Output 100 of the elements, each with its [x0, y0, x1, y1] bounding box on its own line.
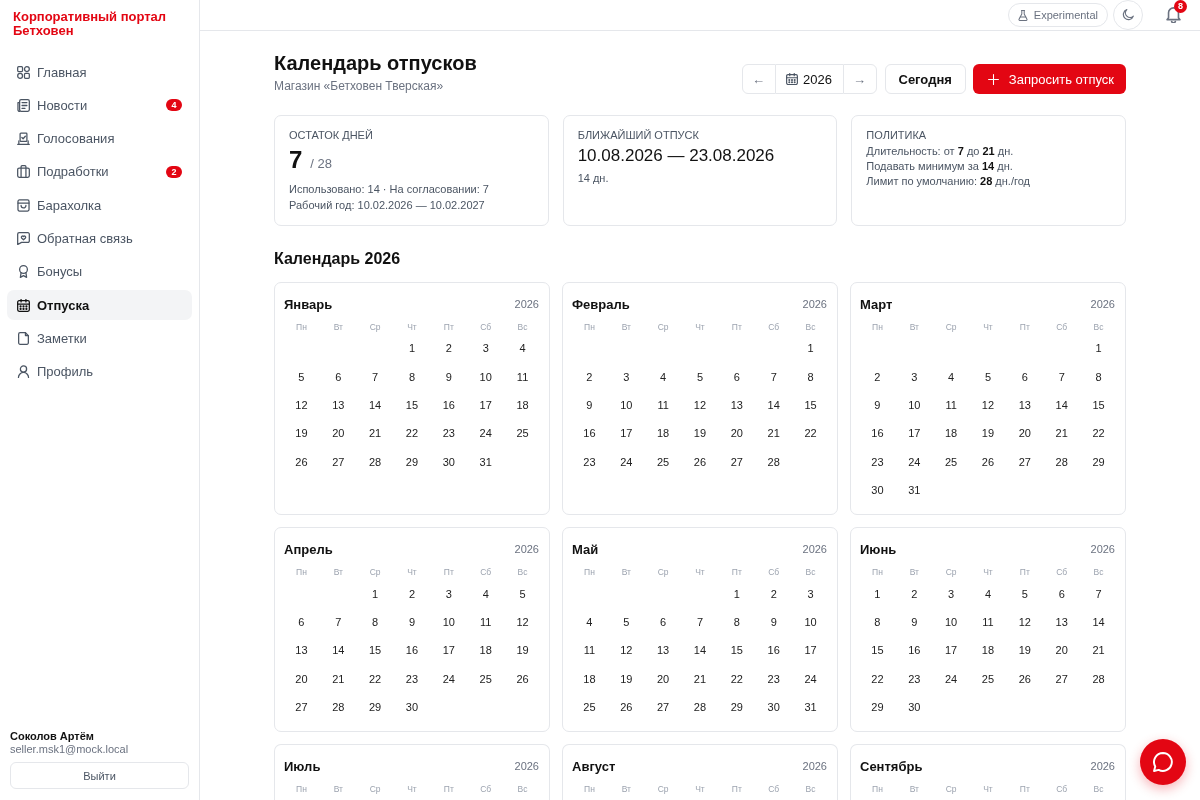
next-year-button[interactable]: →	[842, 64, 877, 94]
calendar-day: 26	[981, 454, 995, 469]
nav-item[interactable]: Бонусы	[7, 256, 192, 287]
calendar-day: 12	[981, 397, 995, 412]
calendar-day: 5	[1021, 586, 1028, 601]
weekday-label: Пн	[872, 566, 883, 579]
calendar-day: 3	[623, 369, 630, 384]
notification-count: 8	[1174, 0, 1187, 13]
calendar-day: 3	[911, 369, 918, 384]
calendar-day: 2	[770, 586, 777, 601]
nav-item[interactable]: Профиль	[7, 356, 192, 387]
calendar-day: 12	[693, 397, 707, 412]
notifications-button[interactable]: 8	[1158, 0, 1188, 30]
weekday-label: Вс	[1093, 321, 1104, 333]
weekday-label: Пт	[443, 566, 454, 579]
calendar-day: 16	[871, 426, 884, 441]
card-text: 14 дн.	[577, 171, 610, 186]
weekday-label: Чт	[695, 566, 705, 579]
calendar-day: 1	[807, 341, 814, 356]
card-text: Длительность: от 7 до 21 дн.	[866, 143, 1015, 159]
calendar-day: 16	[908, 643, 921, 658]
nav-item[interactable]: Главная	[7, 57, 192, 87]
weekday-label: Вс	[805, 566, 816, 579]
previous-year-button[interactable]: ←	[741, 64, 776, 94]
grid-icon	[17, 65, 30, 79]
nav-item[interactable]: Голосования	[7, 123, 192, 154]
nav-item[interactable]: Обратная связь	[7, 223, 192, 254]
days-total: / 28	[310, 155, 333, 173]
calendar-day: 24	[804, 671, 817, 686]
user-icon	[17, 365, 30, 379]
calendar-day: 31	[804, 700, 817, 715]
weekday-label: Чт	[695, 321, 705, 333]
weekday-label: Ср	[369, 783, 381, 796]
card-label: ПОЛИТИКА	[866, 128, 928, 142]
month-year: 2026	[514, 298, 539, 310]
calendar-day: 3	[482, 341, 489, 356]
calendar-day: 13	[1055, 614, 1068, 629]
weekday-label: Чт	[983, 321, 993, 333]
weekday-label: Пт	[443, 783, 454, 796]
calendar-day: 2	[445, 341, 452, 356]
calendar-day: 11	[480, 614, 492, 629]
calendar-day: 8	[807, 369, 814, 384]
weekday-label: Чт	[407, 783, 417, 796]
calendar-day: 5	[298, 369, 305, 384]
weekday-label: Ср	[369, 566, 381, 579]
calendar-day: 5	[519, 586, 526, 601]
calendar-day: 21	[369, 426, 382, 441]
year-button[interactable]: 2026	[775, 64, 843, 94]
weekday-label: Ср	[657, 783, 669, 796]
calendar-day: 16	[767, 643, 780, 658]
calendar-day: 10	[908, 397, 921, 412]
nav-item[interactable]: Барахолка	[7, 190, 192, 221]
month-year: 2026	[1090, 543, 1115, 556]
calendar-day: 19	[516, 643, 529, 658]
weekday-label: Чт	[407, 566, 417, 579]
theme-toggle-button[interactable]	[1113, 0, 1143, 30]
weekday-label: Пт	[1019, 783, 1030, 796]
calendar-day: 14	[332, 643, 345, 658]
calendar-day: 10	[442, 614, 455, 629]
weekday-label: Вс	[517, 321, 528, 333]
calendar-day: 21	[767, 426, 780, 441]
request-vacation-button[interactable]: Запросить отпуск	[972, 64, 1126, 94]
weekday-label: Пн	[872, 783, 883, 796]
weekday-label: Пт	[731, 321, 742, 333]
calendar-day: 9	[408, 614, 416, 629]
calendar-day: 22	[871, 671, 884, 686]
calendar-day: 9	[770, 614, 777, 629]
calendar-day: 12	[620, 643, 633, 658]
calendar-day: 28	[332, 700, 345, 715]
weekday-label: Пт	[1019, 321, 1030, 333]
weekday-label: Ср	[945, 321, 957, 333]
plus-icon	[987, 73, 999, 85]
calendar-day: 25	[583, 700, 596, 715]
calendar-day: 28	[1092, 671, 1105, 686]
calendar-day: 15	[405, 397, 419, 412]
calendar-day: 15	[369, 643, 382, 658]
nav-item[interactable]: Заметки	[7, 323, 192, 354]
month-year: 2026	[514, 760, 539, 773]
weekday-label: Пн	[584, 566, 595, 579]
calendar-day: 30	[871, 483, 884, 498]
experimental-button[interactable]: Experimental	[1007, 3, 1108, 27]
nav-item[interactable]: Новости 4	[7, 90, 192, 121]
weekday-label: Пн	[584, 783, 595, 796]
card-text: Использовано: 14 · На согласовании: 7	[289, 182, 490, 197]
chat-button[interactable]	[1140, 739, 1186, 785]
nav-item[interactable]: Подработки 2	[7, 156, 192, 187]
weekday-label: Сб	[480, 566, 492, 579]
calendar-day: 19	[295, 426, 308, 441]
calendar-day: 9	[586, 397, 593, 412]
weekday-label: Чт	[407, 321, 417, 333]
logout-button[interactable]: Выйти	[10, 762, 189, 789]
calendar-day: 29	[1092, 454, 1105, 469]
calendar-day: 5	[984, 369, 992, 384]
today-button[interactable]: Сегодня	[884, 64, 966, 94]
calendar-day: 2	[911, 586, 918, 601]
weekday-label: Вт	[333, 321, 343, 333]
calendar-day: 13	[295, 643, 308, 658]
calendar-day: 7	[372, 369, 379, 384]
nav-item[interactable]: Отпуска	[7, 290, 192, 321]
calendar-day: 6	[1058, 586, 1065, 601]
